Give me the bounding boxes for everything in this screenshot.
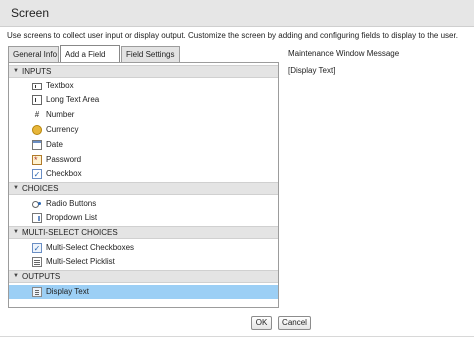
- multi-select-checkboxes-icon: ✓: [32, 243, 42, 253]
- tab-field-settings[interactable]: Field Settings: [121, 46, 180, 62]
- dialog-instructions: Use screens to collect user input or dis…: [7, 31, 458, 40]
- section-header-multi-select[interactable]: ▼ MULTI-SELECT CHOICES: [9, 226, 278, 239]
- screen-dialog: Screen Use screens to collect user input…: [0, 0, 474, 345]
- field-item-textbox[interactable]: Textbox: [9, 79, 278, 93]
- textbox-icon: [32, 83, 42, 90]
- field-item-password[interactable]: Password: [9, 153, 278, 167]
- radio-buttons-icon: [32, 199, 42, 209]
- password-icon: [32, 155, 42, 165]
- display-text-icon: [32, 287, 42, 297]
- field-item-label: Number: [46, 110, 75, 119]
- field-item-label: Long Text Area: [46, 95, 100, 104]
- footer-divider: [0, 336, 474, 337]
- field-item-currency[interactable]: Currency: [9, 123, 278, 137]
- field-item-label: Multi-Select Picklist: [46, 257, 115, 266]
- section-label: MULTI-SELECT CHOICES: [22, 228, 118, 237]
- section-label: CHOICES: [22, 184, 59, 193]
- field-item-label: Currency: [46, 125, 79, 134]
- collapse-caret-icon: ▼: [13, 68, 19, 74]
- collapse-caret-icon: ▼: [13, 273, 19, 279]
- dialog-titlebar: Screen: [0, 0, 474, 27]
- ok-button[interactable]: OK: [251, 316, 272, 330]
- dialog-title: Screen: [11, 6, 50, 20]
- field-item-label: Radio Buttons: [46, 199, 97, 208]
- field-item-checkbox[interactable]: ✓ Checkbox: [9, 167, 278, 181]
- field-item-label: Password: [46, 155, 82, 164]
- field-item-label: Date: [46, 140, 63, 149]
- field-item-date[interactable]: Date: [9, 138, 278, 152]
- currency-icon: [32, 125, 42, 135]
- field-item-label: Display Text: [46, 287, 89, 296]
- field-item-label: Multi-Select Checkboxes: [46, 243, 135, 252]
- field-palette: ▼ INPUTS Textbox Long Text Area # Number…: [8, 62, 279, 308]
- tab-general-info[interactable]: General Info: [8, 46, 59, 62]
- multi-select-picklist-icon: [32, 257, 42, 267]
- field-item-number[interactable]: # Number: [9, 108, 278, 122]
- long-text-area-icon: [32, 95, 42, 105]
- section-label: OUTPUTS: [22, 272, 61, 281]
- field-item-label: Dropdown List: [46, 213, 98, 222]
- field-item-display-text[interactable]: Display Text: [9, 285, 278, 299]
- field-item-multi-select-checkboxes[interactable]: ✓ Multi-Select Checkboxes: [9, 241, 278, 255]
- collapse-caret-icon: ▼: [13, 229, 19, 235]
- field-item-radio-buttons[interactable]: Radio Buttons: [9, 197, 278, 211]
- dropdown-list-icon: [32, 213, 42, 223]
- field-item-dropdown-list[interactable]: Dropdown List: [9, 211, 278, 225]
- section-header-choices[interactable]: ▼ CHOICES: [9, 182, 278, 195]
- date-icon: [32, 140, 42, 150]
- number-icon: #: [34, 110, 40, 119]
- checkbox-icon: ✓: [32, 169, 42, 179]
- field-item-label: Checkbox: [46, 169, 82, 178]
- section-header-outputs[interactable]: ▼ OUTPUTS: [9, 270, 278, 283]
- section-header-inputs[interactable]: ▼ INPUTS: [9, 65, 278, 78]
- field-item-multi-select-picklist[interactable]: Multi-Select Picklist: [9, 255, 278, 269]
- screen-preview-title[interactable]: Maintenance Window Message: [288, 49, 399, 58]
- collapse-caret-icon: ▼: [13, 185, 19, 191]
- screen-preview-display-text[interactable]: [Display Text]: [288, 66, 335, 75]
- section-label: INPUTS: [22, 67, 52, 76]
- field-item-long-text-area[interactable]: Long Text Area: [9, 93, 278, 107]
- tab-add-a-field[interactable]: Add a Field: [60, 45, 120, 62]
- cancel-button[interactable]: Cancel: [278, 316, 311, 330]
- field-item-label: Textbox: [46, 81, 74, 90]
